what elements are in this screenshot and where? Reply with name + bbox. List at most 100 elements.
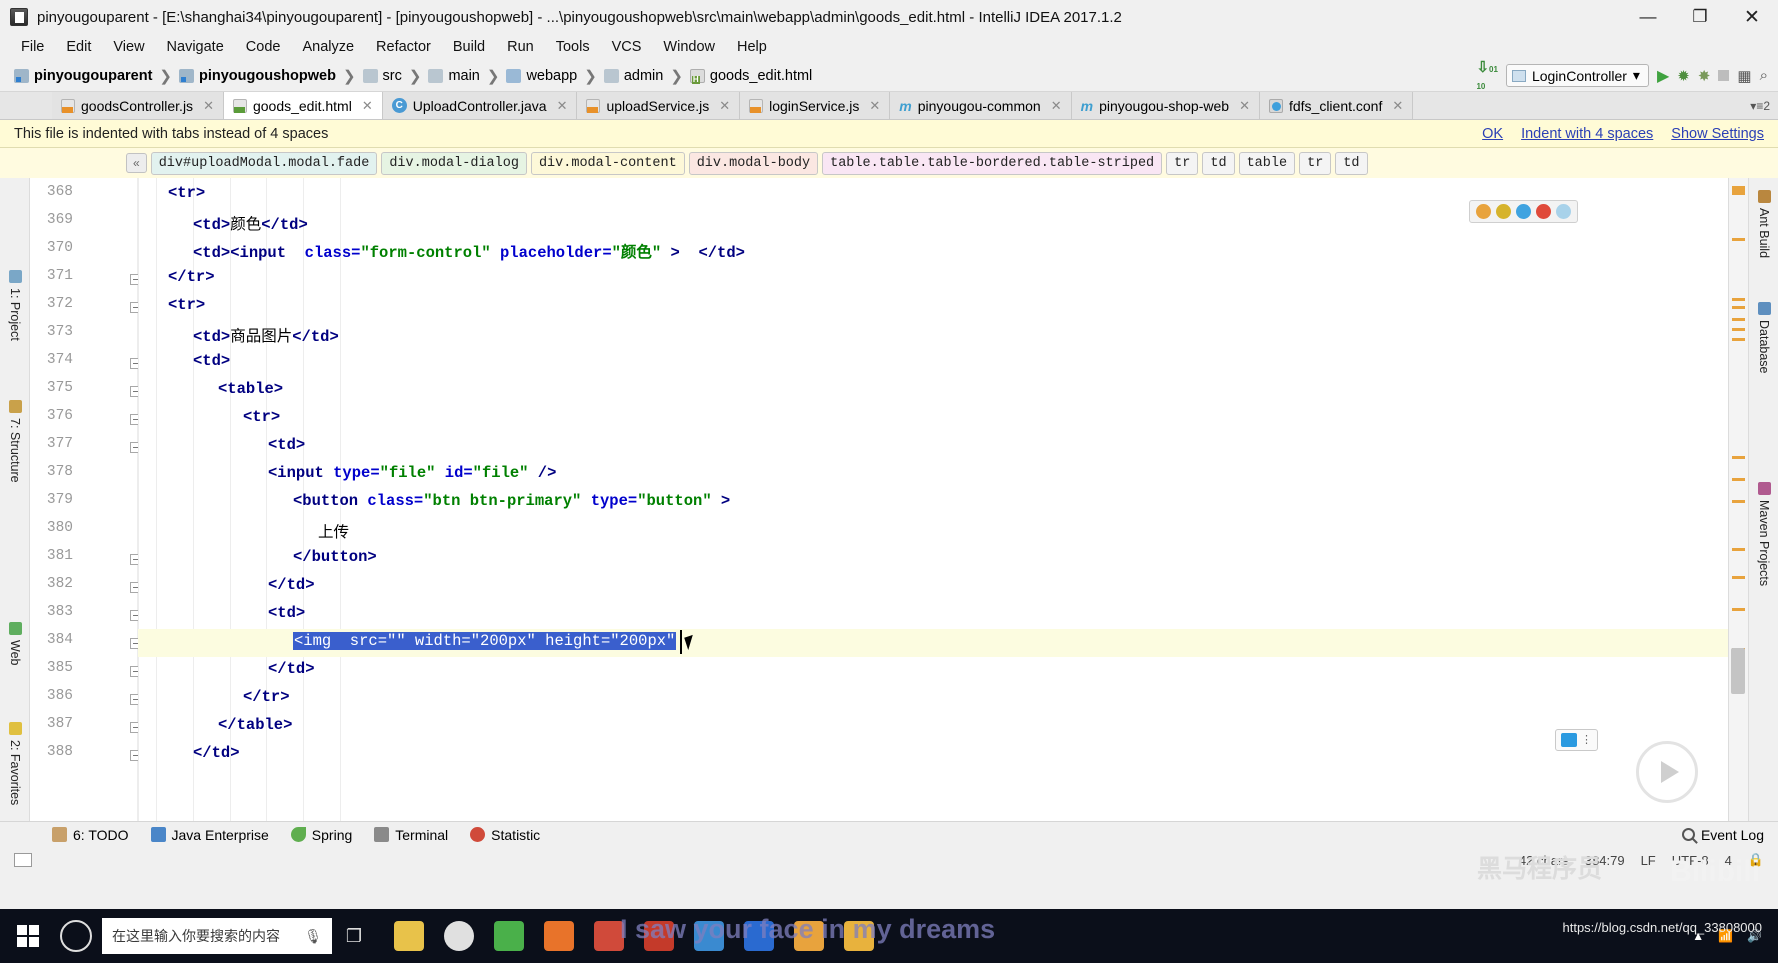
- code-line[interactable]: <tr>: [168, 296, 205, 314]
- event-log-button[interactable]: Event Log: [1681, 827, 1764, 843]
- code-line[interactable]: <td>: [268, 604, 305, 622]
- color-swatch-icon[interactable]: [1536, 204, 1551, 219]
- color-preview-widget[interactable]: [1469, 200, 1578, 223]
- editor-tab-goodscontroller-js[interactable]: goodsController.js ✕: [52, 92, 224, 119]
- code-marker[interactable]: [1732, 478, 1745, 481]
- layout-button[interactable]: ▦: [1737, 67, 1751, 85]
- taskbar-app-green-icon[interactable]: [494, 921, 524, 951]
- menu-item-help[interactable]: Help: [726, 36, 778, 58]
- menu-item-navigate[interactable]: Navigate: [156, 36, 235, 58]
- editor-tab-fdfs-client-conf[interactable]: fdfs_client.conf ✕: [1259, 92, 1414, 119]
- color-swatch-icon[interactable]: [1496, 204, 1511, 219]
- code-line[interactable]: <tr>: [168, 184, 205, 202]
- close-icon[interactable]: ✕: [362, 98, 373, 114]
- code-line[interactable]: <tr>: [243, 408, 280, 426]
- code-line[interactable]: </tr>: [168, 268, 215, 286]
- code-marker[interactable]: [1732, 456, 1745, 459]
- editor-scrollbar-thumb[interactable]: [1731, 648, 1745, 694]
- close-icon[interactable]: ✕: [1051, 98, 1062, 114]
- code-marker[interactable]: [1732, 186, 1745, 195]
- color-swatch-icon[interactable]: [1476, 204, 1491, 219]
- nav-crumb-main[interactable]: main: [424, 68, 483, 84]
- nav-crumb-webapp[interactable]: webapp: [502, 68, 581, 84]
- menu-item-edit[interactable]: Edit: [55, 36, 102, 58]
- menu-item-file[interactable]: File: [10, 36, 55, 58]
- code-marker[interactable]: [1732, 238, 1745, 241]
- breadcrumb-chip[interactable]: td: [1202, 151, 1235, 175]
- code-line[interactable]: <td>: [193, 352, 230, 370]
- menu-item-tools[interactable]: Tools: [545, 36, 601, 58]
- breadcrumb-chip[interactable]: table.table.table-bordered.table-striped: [822, 151, 1163, 175]
- code-marker[interactable]: [1732, 306, 1745, 309]
- code-line[interactable]: <input type="file" id="file" />: [268, 464, 556, 482]
- code-marker[interactable]: [1732, 576, 1745, 579]
- toolwindow-button-java-enterprise[interactable]: Java Enterprise: [150, 827, 269, 843]
- nav-crumb-admin[interactable]: admin: [600, 68, 668, 84]
- toolwindow-maven-projects[interactable]: Maven Projects: [1749, 478, 1778, 590]
- code-marker[interactable]: [1732, 608, 1745, 611]
- code-marker[interactable]: [1732, 548, 1745, 551]
- inspection-widget[interactable]: ⋮: [1555, 729, 1598, 751]
- menu-item-build[interactable]: Build: [442, 36, 496, 58]
- code-line[interactable]: <img src="" width="200px" height="200px": [293, 632, 677, 650]
- taskbar-idea-icon[interactable]: [544, 921, 574, 951]
- toolwindow-button-6--todo[interactable]: 6: TODO: [52, 827, 129, 843]
- breadcrumb-chip[interactable]: tr: [1299, 151, 1332, 175]
- run-button[interactable]: ▶: [1657, 66, 1669, 86]
- stop-button[interactable]: [1718, 70, 1730, 81]
- nav-crumb-src[interactable]: src: [359, 68, 406, 84]
- editor-tab-uploadcontroller-java[interactable]: C UploadController.java ✕: [382, 92, 578, 119]
- menu-item-window[interactable]: Window: [652, 36, 726, 58]
- run-configuration-selector[interactable]: LoginController ▾: [1505, 64, 1649, 87]
- breadcrumb-collapse-button[interactable]: «: [126, 153, 147, 173]
- menu-item-analyze[interactable]: Analyze: [291, 36, 365, 58]
- menu-item-view[interactable]: View: [102, 36, 155, 58]
- marker-gutter[interactable]: [1728, 178, 1748, 821]
- code-marker[interactable]: [1732, 318, 1745, 321]
- toolwindow-button-spring[interactable]: Spring: [290, 827, 352, 843]
- code-line[interactable]: <button class="btn btn-primary" type="bu…: [293, 492, 730, 510]
- minimize-button[interactable]: —: [1622, 0, 1674, 34]
- editor-tab-uploadservice-js[interactable]: uploadService.js ✕: [577, 92, 741, 119]
- code-line[interactable]: <td>: [268, 436, 305, 454]
- taskbar-explorer-icon[interactable]: [394, 921, 424, 951]
- search-icon[interactable]: ⌕: [1760, 67, 1768, 84]
- code-editor[interactable]: ⋮ <tr> <td>颜色</td> <td><input class="form-…: [138, 178, 1728, 821]
- cortana-icon[interactable]: [60, 920, 92, 952]
- search-input[interactable]: 在这里输入你要搜索的内容 🎙: [102, 918, 332, 954]
- toolwindow-2--favorites[interactable]: 2: Favorites: [0, 718, 30, 809]
- notification-link-indent-with-4-spaces[interactable]: Indent with 4 spaces: [1521, 126, 1653, 142]
- toolwindow-1--project[interactable]: 1: Project: [0, 266, 30, 345]
- toolwindow-database[interactable]: Database: [1749, 298, 1778, 378]
- toolwindow-web[interactable]: Web: [0, 618, 30, 669]
- code-line[interactable]: <table>: [218, 380, 283, 398]
- coverage-button[interactable]: ✸: [1698, 67, 1711, 85]
- task-view-icon[interactable]: ❐: [332, 926, 376, 947]
- nav-crumb-pinyougouparent[interactable]: pinyougouparent: [10, 68, 156, 84]
- maximize-button[interactable]: ❐: [1674, 0, 1726, 34]
- code-line[interactable]: </tr>: [243, 688, 290, 706]
- menu-item-vcs[interactable]: VCS: [601, 36, 653, 58]
- code-marker[interactable]: [1732, 298, 1745, 301]
- breadcrumb-chip[interactable]: table: [1238, 151, 1296, 175]
- close-icon[interactable]: ✕: [1239, 98, 1250, 114]
- breadcrumb-chip[interactable]: div.modal-body: [688, 151, 819, 175]
- toolwindow-7--structure[interactable]: 7: Structure: [0, 396, 30, 487]
- code-line[interactable]: <td>颜色</td>: [193, 212, 308, 234]
- code-line[interactable]: </td>: [268, 660, 315, 678]
- toolwindow-button-terminal[interactable]: Terminal: [374, 827, 448, 843]
- toolwindow-button-statistic[interactable]: Statistic: [470, 827, 540, 843]
- close-button[interactable]: ✕: [1726, 0, 1778, 34]
- code-line[interactable]: </td>: [193, 744, 240, 762]
- code-marker[interactable]: [1732, 500, 1745, 503]
- breadcrumb-chip[interactable]: div#uploadModal.modal.fade: [150, 151, 378, 175]
- video-play-overlay[interactable]: [1636, 741, 1698, 803]
- breadcrumb-chip[interactable]: div.modal-content: [530, 151, 685, 175]
- taskbar-chrome-icon[interactable]: [444, 921, 474, 951]
- nav-crumb-pinyougoushopweb[interactable]: pinyougoushopweb: [175, 68, 340, 84]
- notification-link-ok[interactable]: OK: [1482, 126, 1503, 142]
- close-icon[interactable]: ✕: [1392, 98, 1403, 114]
- windows-start-icon[interactable]: [0, 909, 56, 963]
- code-marker[interactable]: [1732, 328, 1745, 331]
- compile-icon[interactable]: ⇩01 10: [1476, 58, 1497, 93]
